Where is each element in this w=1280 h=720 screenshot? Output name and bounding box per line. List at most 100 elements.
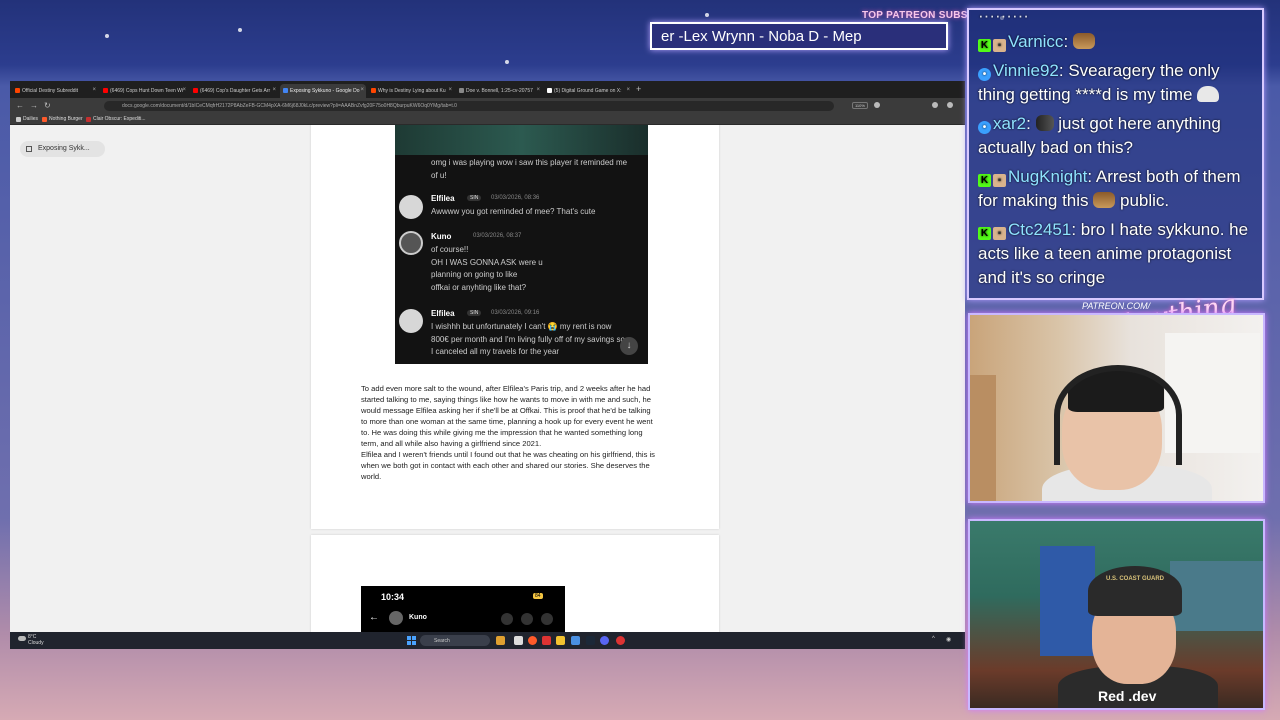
document-viewer[interactable]: Exposing Sykk... omg i was playing wow i… [10, 125, 965, 632]
phone-time: 10:34 [381, 592, 405, 602]
windows-taskbar: 8°C Cloudy Search ^ ◉ [10, 632, 965, 649]
tab-reddit-destiny[interactable]: Why is Destiny Lying about Ku × [368, 84, 454, 98]
tab-google-doc[interactable]: Exposing Sykkuno - Google Do × [280, 84, 366, 98]
patreon-subs-label: TOP PATREON SUBS [862, 10, 968, 21]
phone-call-icon [501, 613, 513, 625]
timestamp: 03/03/2026, 08:37 [473, 233, 522, 239]
embedded-image [395, 125, 648, 155]
close-icon[interactable]: × [92, 87, 96, 93]
zoom-indicator[interactable]: 110% [852, 102, 868, 109]
chat-message: • xar2: just got here anything actually b… [978, 114, 1221, 157]
webcam-bottom: U.S. COAST GUARD [968, 519, 1265, 710]
verified-badge-icon: • [978, 121, 991, 134]
role-badge: SIN [467, 195, 482, 201]
tab-destiny-subreddit[interactable]: Official Destiny Subreddit × [12, 84, 98, 98]
outline-label: Exposing Sykk... [38, 145, 90, 152]
address-bar: ← → ↻ docs.google.com/document/d/1bICeCM… [10, 98, 965, 114]
close-icon[interactable]: × [536, 87, 540, 93]
paragraph-line: To add even more salt to the wound, afte… [361, 384, 651, 393]
message-line: of u! [431, 170, 447, 180]
reddit-icon [15, 88, 20, 93]
youtube-icon [103, 88, 108, 93]
bookmarks-bar: Dailies Nothing Burger Clair Obscur: Exp… [10, 114, 965, 125]
tab-court-case[interactable]: Doe v. Bonnell, 1:25-cv-20757 × [456, 84, 542, 98]
weather-widget[interactable]: 8°C Cloudy [18, 634, 44, 646]
avatar [399, 309, 423, 333]
chat-message: K ▪ Ctc2451: bro I hate sykkuno. he acts l… [978, 220, 1249, 287]
close-icon[interactable]: × [360, 87, 364, 93]
chat-username: NugKnight [1008, 167, 1088, 186]
scroll-down-icon: ↓ [620, 337, 638, 355]
document-paragraph: To add even more salt to the wound, afte… [361, 383, 683, 482]
document-outline-item[interactable]: Exposing Sykk... [20, 141, 105, 157]
extensions-icon[interactable] [932, 102, 938, 108]
file-explorer-icon[interactable] [514, 636, 523, 645]
youtube-icon [193, 88, 198, 93]
close-icon[interactable]: × [448, 87, 452, 93]
close-icon[interactable]: × [272, 87, 276, 93]
tab-youtube-daughter[interactable]: (6469) Cop's Daughter Gets Arr × [190, 84, 278, 98]
paragraph-line: to. He was doing this while giving me th… [361, 428, 643, 437]
phone-screenshot: 10:34 84 ← Kuno [361, 586, 565, 632]
message-line: I canceled all my travels for the year [431, 347, 560, 356]
discord-icon[interactable] [600, 636, 609, 645]
microphone-label: Red .dev [1098, 688, 1157, 704]
weather-desc: Cloudy [28, 640, 44, 646]
folder-icon [16, 117, 21, 122]
chrome-icon[interactable] [616, 636, 625, 645]
new-tab-button[interactable]: + [636, 84, 641, 94]
url-input[interactable]: docs.google.com/document/d/1bICeCMqfrH21… [104, 101, 834, 111]
close-icon[interactable]: × [626, 87, 630, 93]
steam-icon[interactable] [586, 636, 595, 645]
kick-badge-icon: K [978, 39, 991, 52]
tab-youtube-cops[interactable]: (6469) Cops Hunt Down Teen Wi × [100, 84, 188, 98]
timestamp: 03/03/2026, 09:16 [491, 310, 540, 316]
chat-text: public. [1115, 191, 1170, 210]
taskbar-search[interactable]: Search [420, 635, 490, 646]
app-icon[interactable] [571, 636, 580, 645]
document-icon [459, 88, 464, 93]
message-line: of course!! [431, 245, 469, 254]
google-docs-icon [283, 88, 288, 93]
kick-badge-icon: K [978, 227, 991, 240]
bookmark-clair-obscur[interactable]: Clair Obscur: Expediti... [86, 116, 146, 122]
chat-message-partial: ········· [978, 8, 1029, 25]
bookmark-dailies[interactable]: Dailies [16, 116, 38, 122]
ticker-text: er -Lex Wrynn - Noba D - Mep [661, 28, 862, 45]
bookmark-label: Clair Obscur: Expediti... [93, 116, 146, 122]
tab-label: Why is Destiny Lying about Ku [378, 88, 446, 94]
chevron-up-icon[interactable]: ^ [932, 636, 935, 642]
subscriber-badge-icon: ▪ [993, 227, 1006, 240]
outline-icon [26, 146, 32, 152]
role-badge: SIN [467, 310, 482, 316]
profile-icon[interactable] [947, 102, 953, 108]
app-icon[interactable] [496, 636, 505, 645]
bookmark-star-icon[interactable] [874, 102, 880, 108]
message-line: I wishhh but unfortunately I can't 😭 my … [431, 322, 612, 331]
close-icon[interactable]: × [182, 87, 186, 93]
bookmark-nothing-burger[interactable]: Nothing Burger [42, 116, 83, 122]
wall-art [1170, 561, 1263, 631]
cap-text: U.S. COAST GUARD [1106, 576, 1165, 582]
video-call-icon [521, 613, 533, 625]
forward-icon[interactable]: → [30, 101, 38, 110]
game-icon [86, 117, 91, 122]
chat-message: K ▪ Varnicc: [978, 30, 1260, 54]
subscriber-badge-icon: ▪ [993, 39, 1006, 52]
chat-message: • Vinnie92: Svearagery the only thing get… [978, 61, 1220, 104]
back-icon[interactable]: ← [16, 101, 24, 110]
message-text: Awwww you got reminded of mee? That's cu… [431, 206, 595, 219]
reload-icon[interactable]: ↻ [44, 101, 51, 110]
windows-start-icon[interactable] [407, 636, 416, 645]
document-page: omg i was playing wow i saw this player … [311, 125, 719, 529]
browser-icon[interactable] [528, 636, 537, 645]
message-text: omg i was playing wow i saw this player … [431, 157, 627, 182]
app-icon[interactable] [542, 636, 551, 645]
tab-x-post[interactable]: (5) Digital Ground Game on X: × [544, 84, 632, 98]
bookmark-label: Dailies [23, 116, 39, 122]
discord-screenshot: omg i was playing wow i saw this player … [395, 125, 648, 364]
cloud-icon [18, 636, 26, 641]
paragraph-line: would message Elfilea asking her if she'… [361, 406, 651, 415]
app-icon[interactable] [556, 636, 565, 645]
network-icon[interactable]: ◉ [946, 636, 951, 643]
